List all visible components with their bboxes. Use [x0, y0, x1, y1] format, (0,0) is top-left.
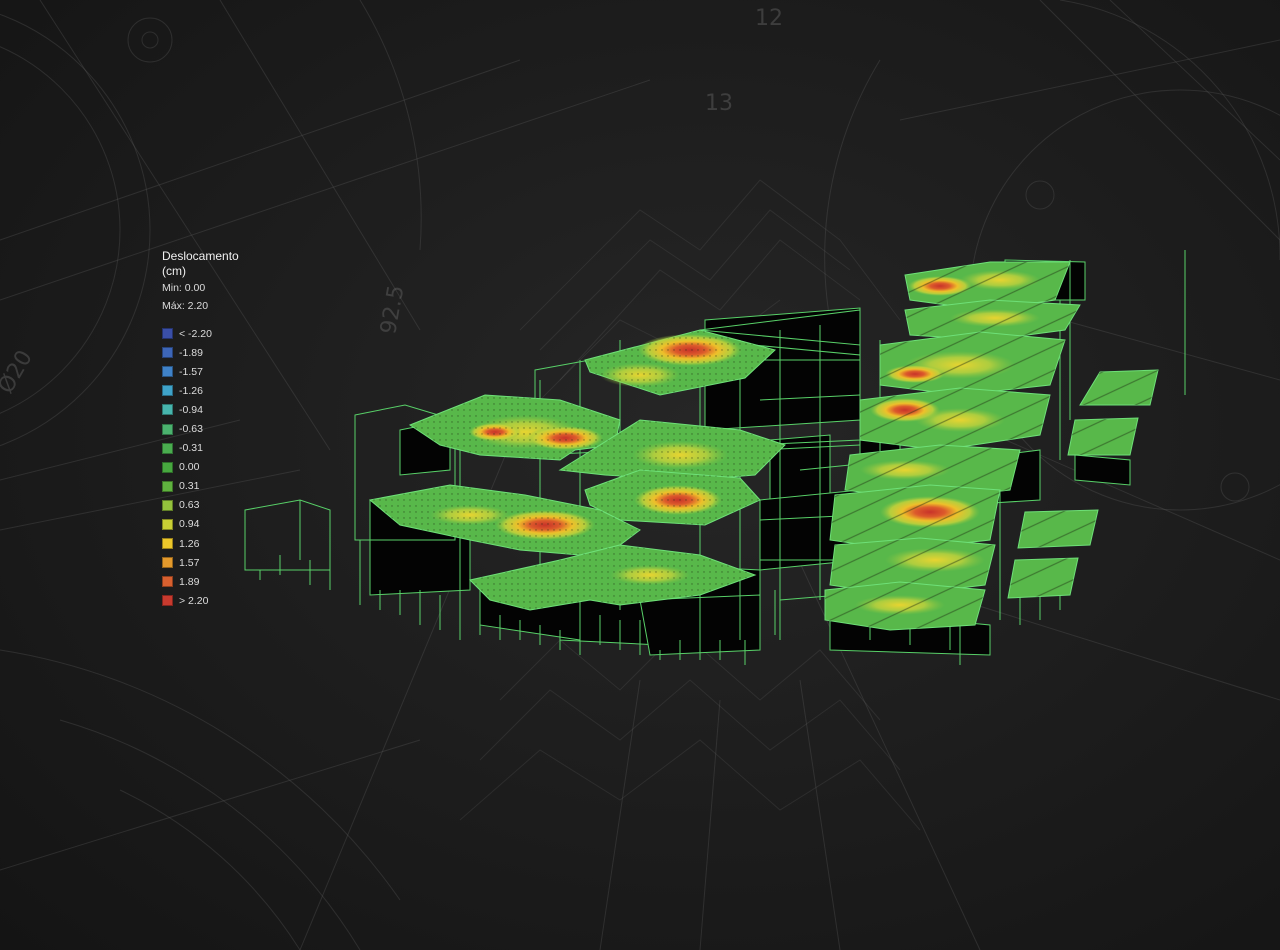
legend-label: > 2.20 [179, 594, 209, 607]
legend-swatch [162, 328, 173, 340]
legend-swatch [162, 423, 173, 435]
legend-item: 0.00 [162, 458, 239, 477]
legend-swatch [162, 366, 173, 378]
legend-label: 1.57 [179, 556, 200, 569]
legend-label: -1.89 [179, 346, 203, 359]
legend-label: -0.94 [179, 403, 203, 416]
legend-swatch [162, 480, 173, 492]
legend-swatch [162, 442, 173, 454]
legend-item: -0.31 [162, 439, 239, 458]
legend-label: -0.63 [179, 423, 203, 436]
legend-swatch [162, 538, 173, 550]
legend-item: > 2.20 [162, 591, 239, 610]
legend-label: 1.89 [179, 575, 200, 588]
legend-swatch [162, 404, 173, 416]
legend-unit: (cm) [162, 264, 186, 278]
legend-swatch [162, 518, 173, 530]
legend-swatch [162, 347, 173, 359]
legend-label: -1.26 [179, 384, 203, 397]
legend-max-value: Máx: 2.20 [162, 300, 209, 312]
legend-min-value: Min: 0.00 [162, 282, 206, 294]
legend-label: 0.94 [179, 518, 200, 531]
legend-item: -1.26 [162, 381, 239, 400]
legend-item: 1.89 [162, 572, 239, 591]
legend-title: Deslocamento [162, 249, 239, 263]
legend-swatch [162, 499, 173, 511]
legend-item: 0.63 [162, 496, 239, 515]
legend-label: -1.57 [179, 365, 203, 378]
right-building-model [824, 250, 1186, 665]
visualization-stage: 12 13 92.5 Ø20 Deslocamento (cm) Min: 0.… [0, 0, 1280, 950]
right-slab-8 [824, 581, 986, 631]
legend-swatch [162, 576, 173, 588]
right-slab-4 [859, 387, 1051, 451]
legend-item: 1.26 [162, 534, 239, 553]
legend-item: 1.57 [162, 553, 239, 572]
legend-label: 0.00 [179, 461, 200, 474]
legend-label: -0.31 [179, 442, 203, 455]
right-slab-3 [879, 331, 1066, 396]
legend-swatch [162, 557, 173, 569]
legend-label: 1.26 [179, 537, 200, 550]
legend-item: -0.94 [162, 400, 239, 419]
legend-color-scale: < -2.20 -1.89 -1.57 -1.26 -0.94 -0.63 -0.31 0.0… [162, 324, 239, 610]
legend-swatch [162, 385, 173, 397]
legend-item: 0.31 [162, 477, 239, 496]
legend-item: 0.94 [162, 515, 239, 534]
legend-label: 0.63 [179, 499, 200, 512]
legend-item: < -2.20 [162, 324, 239, 343]
legend-item: -1.57 [162, 362, 239, 381]
legend-label: 0.31 [179, 480, 200, 493]
left-building-model [244, 307, 901, 665]
legend-label: < -2.20 [179, 327, 212, 340]
displacement-legend: Deslocamento (cm) Min: 0.00 Máx: 2.20 < … [162, 249, 239, 610]
legend-swatch [162, 595, 173, 607]
legend-item: -1.89 [162, 343, 239, 362]
legend-swatch [162, 461, 173, 473]
legend-item: -0.63 [162, 419, 239, 438]
